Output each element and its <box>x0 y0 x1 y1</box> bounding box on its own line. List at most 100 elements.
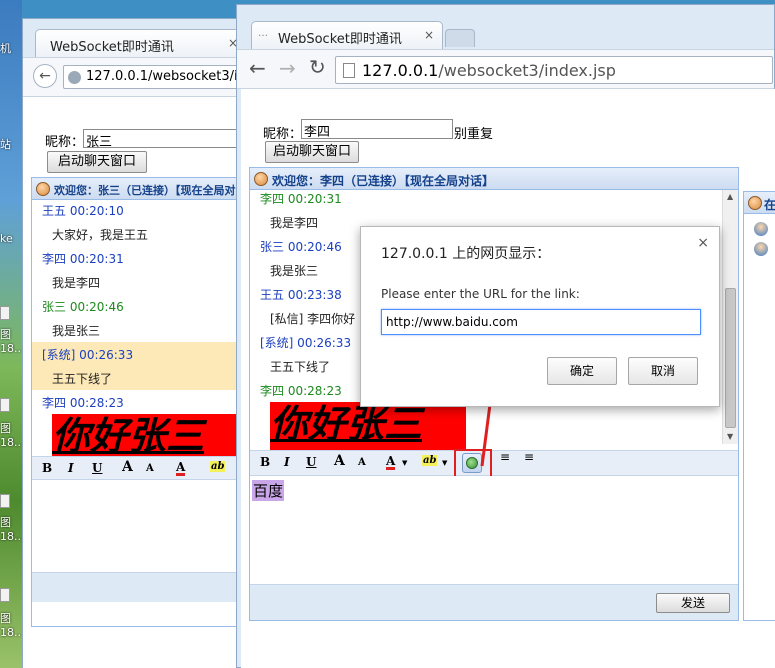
start-chat-button[interactable]: 启动聊天窗口 <box>47 151 147 173</box>
send-button[interactable]: 发送 <box>656 593 730 613</box>
url-host: 127.0.0.1 <box>362 61 439 80</box>
browser-tab[interactable]: WebSocket即时通讯 × <box>35 29 247 57</box>
dialog-prompt: Please enter the URL for the link: <box>381 287 580 301</box>
text-color-button[interactable]: A <box>176 461 186 476</box>
nickname-input[interactable]: 李四 <box>301 119 453 140</box>
unordered-list-icon[interactable]: ≡ <box>524 451 534 463</box>
desktop-label: 站 <box>0 138 11 151</box>
message-body: 大家好，我是王五 <box>52 228 149 242</box>
start-chat-button[interactable]: 启动聊天窗口 <box>265 141 359 163</box>
bold-button[interactable]: B <box>42 461 52 475</box>
file-icon <box>0 306 10 320</box>
desktop-label: 图 <box>0 328 11 341</box>
dialog-close-icon[interactable]: × <box>697 235 709 251</box>
dropdown-arrow-icon[interactable]: ▼ <box>442 459 447 467</box>
panel-footer <box>32 572 252 602</box>
file-icon <box>0 398 10 412</box>
chat-panel-title: 欢迎您：李四（已连接）【现在全局对话】 <box>272 174 495 188</box>
back-button[interactable]: ← <box>249 56 266 80</box>
message-body: 我是张三 <box>270 264 319 278</box>
forward-button[interactable]: → <box>279 56 296 80</box>
message-header: 李四 00:28:23 <box>42 396 124 410</box>
scrollbar-thumb[interactable] <box>725 288 736 428</box>
new-tab-button[interactable] <box>445 29 475 47</box>
tab-close-icon[interactable]: × <box>424 28 434 42</box>
editor-selected-text: 百度 <box>252 480 285 501</box>
desktop-background: 机 站 ke 图 18.. 图 18.. 图 18.. 图 18.. <box>0 0 22 668</box>
message-header: [系统] 00:26:33 <box>260 336 352 350</box>
reload-button[interactable]: ↻ <box>309 55 326 79</box>
favicon-icon: … <box>258 28 268 39</box>
highlight-button[interactable]: ab <box>422 455 438 466</box>
message-editor[interactable]: 百度 <box>250 476 738 584</box>
online-panel-header: 在 <box>744 192 775 214</box>
message-header: 张三 00:20:46 <box>42 300 124 314</box>
chat-panel-header: 欢迎您：李四（已连接）【现在全局对话】 <box>250 168 738 190</box>
nickname-input[interactable]: 张三 <box>83 129 253 150</box>
address-bar[interactable]: 127.0.0.1/websocket3/index.jsp <box>335 56 773 84</box>
users-icon <box>748 196 762 210</box>
browser-toolbar: ← 127.0.0.1/websocket3/index <box>23 57 263 97</box>
dropdown-arrow-icon[interactable]: ▼ <box>402 459 407 467</box>
message-header: 李四 00:28:23 <box>260 384 342 398</box>
rich-text-message: 你好张三 <box>52 414 254 462</box>
url-input[interactable]: http://www.baidu.com <box>381 309 701 335</box>
page-content: 昵称： 张三 启动聊天窗口 欢迎您：张三（已连接）【现在全局对 王五 00:20… <box>23 97 254 668</box>
message-body: 我是张三 <box>52 324 101 338</box>
dialog-title: 127.0.0.1 上的网页显示： <box>381 246 551 262</box>
browser-toolbar: ← → ↻ 127.0.0.1/websocket3/index.jsp <box>237 49 774 89</box>
message-scrollbar[interactable]: ▲ ▼ <box>722 190 738 444</box>
scroll-down-icon: ▼ <box>727 432 734 441</box>
font-bigger-button[interactable]: A <box>334 453 345 469</box>
browser-tab[interactable]: … WebSocket即时通讯 × <box>251 21 443 49</box>
nickname-label: 昵称： <box>263 127 303 142</box>
desktop-label: 18.. <box>0 436 21 449</box>
text-color-button[interactable]: A <box>386 455 396 470</box>
message-header: 王五 00:23:38 <box>260 288 342 302</box>
desktop-label: ke <box>0 232 13 245</box>
chat-panel-header: 欢迎您：张三（已连接）【现在全局对 <box>32 178 252 200</box>
italic-button[interactable]: I <box>68 461 74 475</box>
bold-button[interactable]: B <box>260 455 270 469</box>
message-header: 张三 00:20:46 <box>260 240 342 254</box>
page-icon <box>343 63 355 78</box>
url-path: /websocket3/index.jsp <box>438 61 616 80</box>
message-body: 王五下线了 <box>52 372 113 386</box>
message-list: 王五 00:20:10 大家好，我是王五 李四 00:20:31 我是李四 张三… <box>32 200 254 470</box>
message-editor[interactable] <box>32 480 252 572</box>
font-smaller-button[interactable]: A <box>358 457 366 468</box>
back-button[interactable]: ← <box>33 64 57 88</box>
message-header: 李四 00:20:31 <box>260 192 342 206</box>
message-body: 王五下线了 <box>270 360 331 374</box>
desktop-label: 图 <box>0 422 11 435</box>
desktop-label: 18.. <box>0 342 21 355</box>
chat-panel-title: 欢迎您：张三（已连接）【现在全局对 <box>54 184 236 197</box>
desktop-label: 18.. <box>0 626 21 639</box>
user-avatar-icon[interactable] <box>754 242 768 256</box>
cancel-button[interactable]: 取消 <box>628 357 698 385</box>
message-header: 李四 00:20:31 <box>42 252 124 266</box>
underline-button[interactable]: U <box>306 455 316 469</box>
underline-button[interactable]: U <box>92 461 102 475</box>
address-bar[interactable]: 127.0.0.1/websocket3/index <box>63 65 263 89</box>
desktop-label: 图 <box>0 612 11 625</box>
font-smaller-button[interactable]: A <box>146 463 154 474</box>
panel-footer: 发送 <box>250 584 738 620</box>
file-icon <box>0 588 10 602</box>
desktop-label: 机 <box>0 42 11 55</box>
online-panel-title: 在 <box>764 198 775 212</box>
highlight-button[interactable]: ab <box>210 461 226 472</box>
scroll-up-icon: ▲ <box>727 192 734 201</box>
message-header: [系统] 00:26:33 <box>42 348 134 362</box>
tab-title: WebSocket即时通讯 <box>50 40 174 55</box>
user-avatar-icon[interactable] <box>754 222 768 236</box>
page-icon <box>68 71 81 84</box>
italic-button[interactable]: I <box>284 455 290 469</box>
font-bigger-button[interactable]: A <box>122 459 133 475</box>
nickname-label: 昵称： <box>45 135 85 150</box>
user-icon <box>254 172 268 186</box>
chat-panel: 欢迎您：张三（已连接）【现在全局对 王五 00:20:10 大家好，我是王五 李… <box>31 177 254 627</box>
browser-window-zhangsan: WebSocket即时通讯 × ← 127.0.0.1/websocket3/i… <box>22 18 263 668</box>
ok-button[interactable]: 确定 <box>547 357 617 385</box>
desktop-label: 18.. <box>0 530 21 543</box>
